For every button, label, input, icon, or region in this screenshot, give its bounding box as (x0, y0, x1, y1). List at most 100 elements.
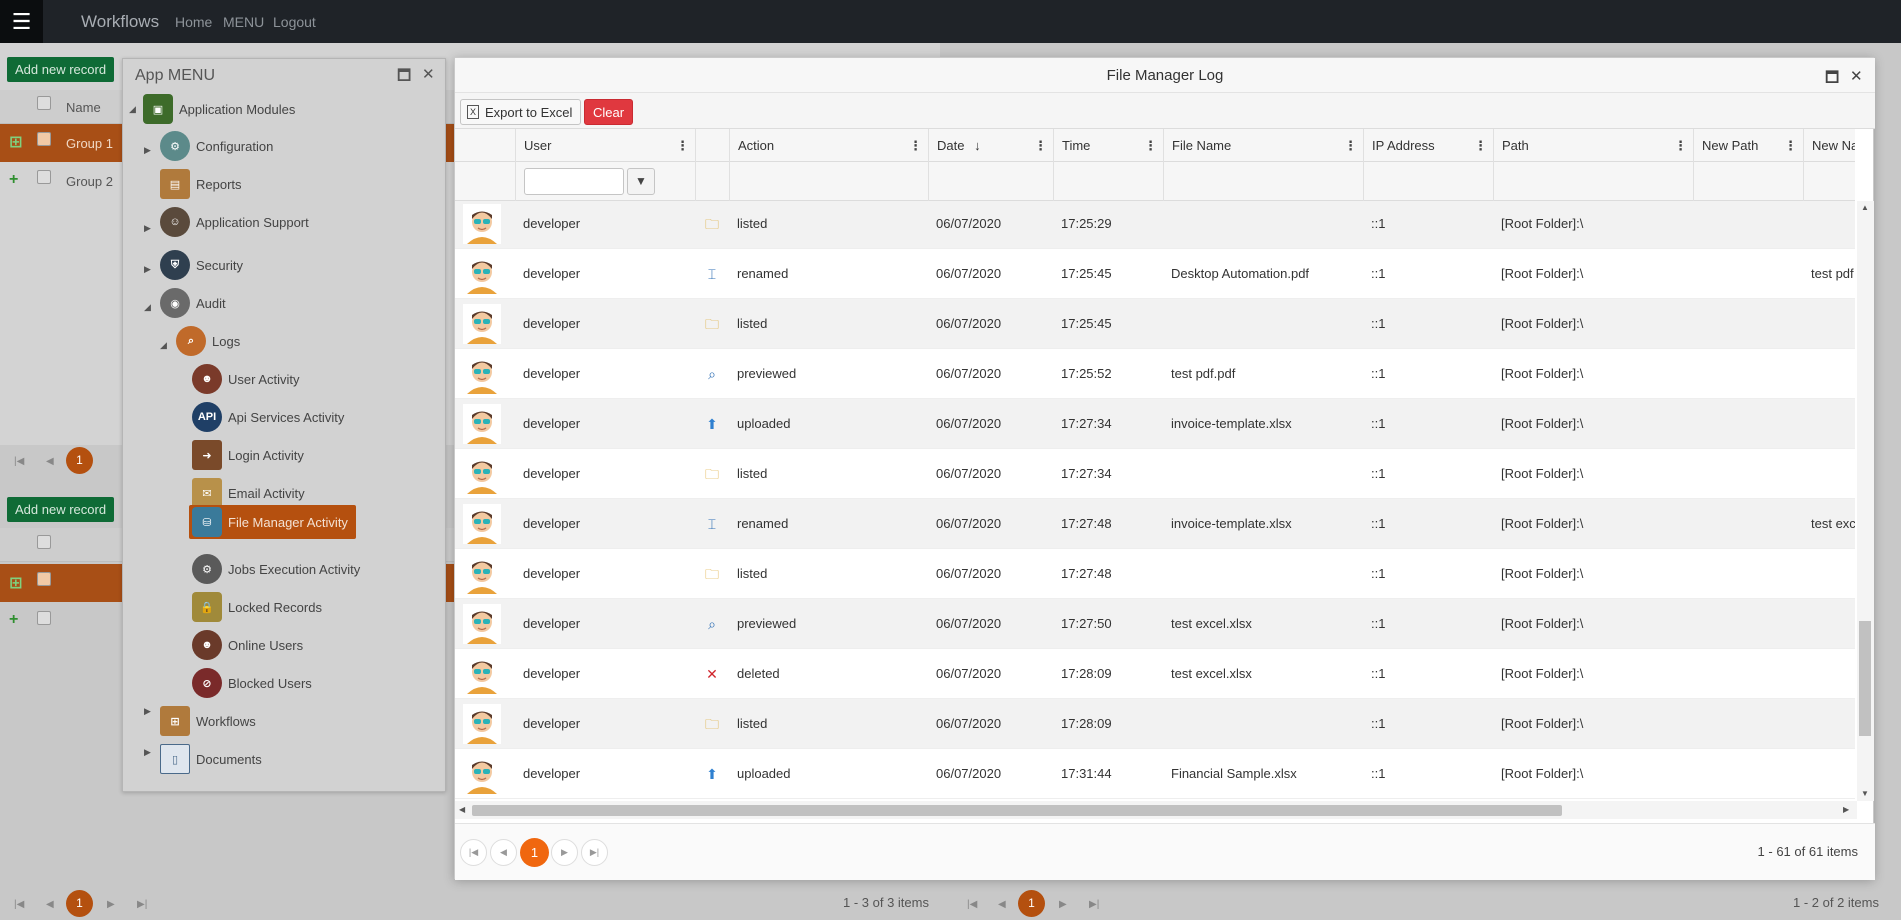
pager-current-page[interactable]: 1 (66, 447, 93, 474)
column-menu-icon[interactable]: ⋮ (1784, 129, 1797, 162)
table-row[interactable]: 🗀 developer listed 06/07/2020 17:27:48::1 [Ro… (455, 549, 1855, 599)
row-checkbox[interactable] (37, 611, 51, 625)
filter-icon[interactable]: ▼ (627, 168, 655, 195)
collapse-arrow-icon[interactable]: ◢ (160, 340, 167, 351)
menu-item-user-activity[interactable]: ☻ User Activity (192, 364, 300, 394)
close-icon[interactable]: ✕ (1850, 67, 1863, 85)
export-to-excel-button[interactable]: X Export to Excel (460, 99, 582, 125)
expand-arrow-icon[interactable]: ▶ (144, 145, 151, 156)
menu-item-logs[interactable]: ⌕ Logs (176, 326, 240, 356)
add-new-record-button[interactable]: Add new record (7, 57, 115, 82)
pager-prev-icon[interactable]: ◀ (998, 899, 1006, 910)
column-menu-icon[interactable]: ⋮ (1144, 129, 1157, 162)
scroll-down-icon[interactable]: ▼ (1861, 789, 1869, 798)
column-header-date[interactable]: Date ↓ ⋮ (928, 129, 1053, 162)
table-row[interactable]: 🗀 developer listed 06/07/2020 17:25:29::1 [Ro… (455, 201, 1855, 249)
nav-home-link[interactable]: Home (175, 14, 212, 30)
pager-current-page[interactable]: 1 (1018, 890, 1045, 917)
table-row[interactable]: 🗀 developer listed 06/07/2020 17:25:45::1 [Ro… (455, 299, 1855, 349)
expand-arrow-icon[interactable]: ▶ (144, 264, 151, 275)
menu-item-audit[interactable]: ◉ Audit (160, 288, 226, 318)
expand-arrow-icon[interactable]: ▶ (144, 747, 151, 758)
row-checkbox[interactable] (37, 572, 51, 586)
pager-current-page[interactable]: 1 (66, 890, 93, 917)
menu-item-api-services-activity[interactable]: API Api Services Activity (192, 402, 344, 432)
pager-last-icon[interactable]: ▶| (581, 839, 608, 866)
pager-first-icon[interactable]: |◀ (460, 839, 487, 866)
table-row[interactable]: ⬆ developer uploaded 06/07/2020 17:31:44 Fina… (455, 749, 1855, 799)
select-all-checkbox[interactable] (37, 96, 51, 110)
add-new-record-button[interactable]: Add new record (7, 497, 115, 522)
table-row[interactable]: ⌶ developer renamed 06/07/2020 17:25:45 Deskt… (455, 249, 1855, 299)
select-all-checkbox[interactable] (37, 535, 51, 549)
expand-plus-icon[interactable]: + (9, 171, 18, 189)
menu-item-configuration[interactable]: ⚙ Configuration (160, 131, 273, 161)
close-icon[interactable]: ✕ (422, 65, 435, 83)
expand-arrow-icon[interactable]: ▶ (144, 223, 151, 234)
row-checkbox[interactable] (37, 170, 51, 184)
vertical-scrollbar[interactable]: ▲ ▼ (1857, 201, 1874, 801)
maximize-icon[interactable]: 🗖 (1825, 67, 1839, 92)
pager-next-icon[interactable]: ▶ (551, 839, 578, 866)
table-row[interactable]: 🗀 developer listed 06/07/2020 17:27:34::1 [Ro… (455, 449, 1855, 499)
scroll-right-icon[interactable]: ▶ (1843, 805, 1849, 814)
hamburger-menu-icon[interactable]: ☰ (0, 0, 43, 43)
menu-item-online-users[interactable]: ☻ Online Users (192, 630, 303, 660)
nav-logout-link[interactable]: Logout (273, 14, 316, 30)
column-header-ip-address[interactable]: IP Address ⋮ (1363, 129, 1493, 162)
column-menu-icon[interactable]: ⋮ (1674, 129, 1687, 162)
menu-item-login-activity[interactable]: ➜ Login Activity (192, 440, 304, 470)
pager-prev-icon[interactable]: ◀ (46, 899, 54, 910)
scroll-left-icon[interactable]: ◀ (459, 805, 465, 814)
column-menu-icon[interactable]: ⋮ (1344, 129, 1357, 162)
user-filter-input[interactable] (524, 168, 624, 195)
table-row[interactable]: ✕ developer deleted 06/07/2020 17:28:09 test … (455, 649, 1855, 699)
column-header-file-name[interactable]: File Name ⋮ (1163, 129, 1363, 162)
column-menu-icon[interactable]: ⋮ (909, 129, 922, 162)
column-menu-icon[interactable]: ⋮ (1034, 129, 1047, 162)
pager-current-page[interactable]: 1 (520, 838, 549, 867)
expand-arrow-icon[interactable]: ▶ (144, 706, 151, 717)
column-menu-icon[interactable]: ⋮ (676, 129, 689, 162)
horizontal-scroll-thumb[interactable] (472, 805, 1562, 816)
menu-item-jobs-execution-activity[interactable]: ⚙ Jobs Execution Activity (192, 554, 360, 584)
menu-item-application-modules[interactable]: ▣ Application Modules (143, 94, 295, 124)
pager-prev-icon[interactable]: ◀ (46, 456, 54, 467)
pager-first-icon[interactable]: |◀ (14, 456, 24, 467)
menu-item-documents[interactable]: ▯ Documents (160, 744, 262, 774)
column-header-new-path[interactable]: New Path ⋮ (1693, 129, 1803, 162)
menu-item-workflows[interactable]: ⊞ Workflows (160, 706, 256, 736)
row-checkbox[interactable] (37, 132, 51, 146)
menu-item-file-manager-activity[interactable]: ⛁ File Manager Activity (189, 505, 356, 539)
collapse-arrow-icon[interactable]: ◢ (129, 104, 136, 115)
nav-menu-link[interactable]: MENU (223, 14, 264, 30)
horizontal-scrollbar[interactable]: ◀ ▶ (455, 801, 1857, 819)
menu-item-locked-records[interactable]: 🔒 Locked Records (192, 592, 322, 622)
table-row[interactable]: ⌶ developer renamed 06/07/2020 17:27:48 invoi… (455, 499, 1855, 549)
column-header-new-name[interactable]: New Na (1803, 129, 1855, 162)
vertical-scroll-thumb[interactable] (1859, 621, 1871, 736)
collapse-arrow-icon[interactable]: ◢ (144, 302, 151, 313)
column-header-time[interactable]: Time ⋮ (1053, 129, 1163, 162)
pager-first-icon[interactable]: |◀ (14, 899, 24, 910)
table-row[interactable]: ⌕ developer previewed 06/07/2020 17:25:52 tes… (455, 349, 1855, 399)
pager-first-icon[interactable]: |◀ (967, 899, 977, 910)
table-row[interactable]: ⬆ developer uploaded 06/07/2020 17:27:34 invo… (455, 399, 1855, 449)
name-column-header[interactable]: Name (66, 100, 101, 115)
expand-plus-icon[interactable]: ⊞ (9, 132, 22, 152)
maximize-icon[interactable]: 🗖 (397, 65, 411, 90)
menu-item-security[interactable]: ⛨ Security (160, 250, 243, 280)
clear-button[interactable]: Clear (584, 99, 634, 125)
menu-item-reports[interactable]: ▤ Reports (160, 169, 242, 199)
column-header-user[interactable]: User ⋮ (515, 129, 695, 162)
pager-last-icon[interactable]: ▶| (1089, 899, 1099, 910)
brand-title[interactable]: Workflows (81, 12, 159, 32)
scroll-up-icon[interactable]: ▲ (1861, 203, 1869, 212)
column-header-action[interactable]: Action ⋮ (729, 129, 928, 162)
column-header-path[interactable]: Path ⋮ (1493, 129, 1693, 162)
column-menu-icon[interactable]: ⋮ (1474, 129, 1487, 162)
table-row[interactable]: ⌕ developer previewed 06/07/2020 17:27:50 tes… (455, 599, 1855, 649)
pager-last-icon[interactable]: ▶| (137, 899, 147, 910)
pager-next-icon[interactable]: ▶ (107, 899, 115, 910)
menu-item-application-support[interactable]: ☺ Application Support (160, 207, 309, 237)
